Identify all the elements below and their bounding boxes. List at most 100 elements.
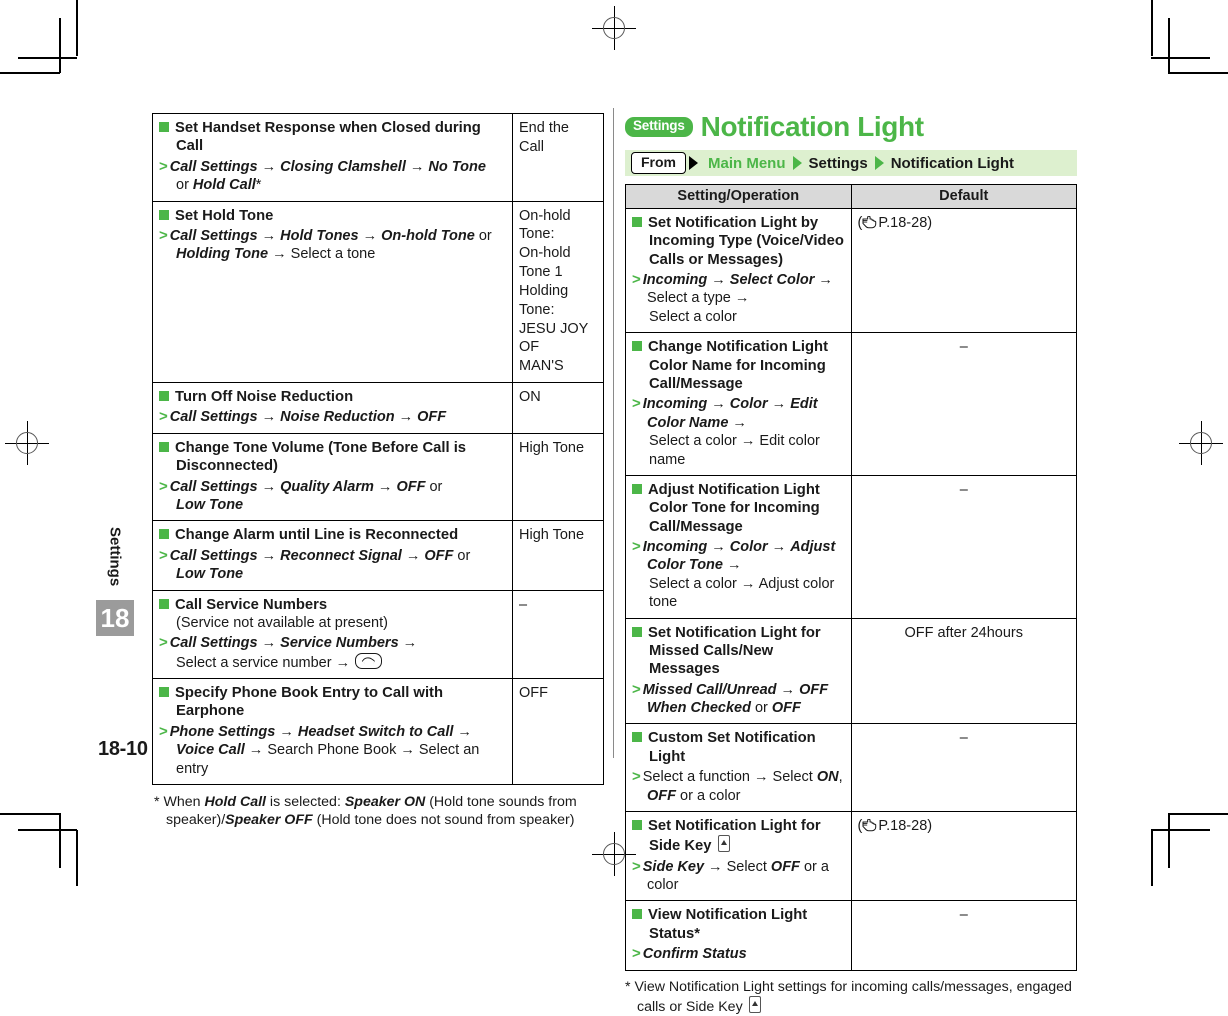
crop-mark-top-right-v2 (1168, 18, 1170, 73)
cell-setting-operation: Set Notification Light by Incoming Type … (626, 209, 852, 333)
table-header-row: Setting/Operation Default (626, 185, 1077, 209)
cell-setting-operation: Turn Off Noise Reduction>Call Settings →… (153, 383, 513, 434)
step-arrow-icon: > (159, 723, 168, 740)
triangle-green-icon (875, 156, 884, 170)
operation-step: Holding Tone → Select a tone (159, 245, 506, 263)
notification-light-table-body: Set Notification Light by Incoming Type … (626, 209, 1077, 971)
call-settings-table-body: Set Handset Response when Closed during … (153, 114, 604, 785)
triangle-green-icon (793, 156, 802, 170)
bullet-square-icon (159, 529, 169, 539)
bullet-square-icon (632, 217, 642, 227)
cell-default: – (851, 333, 1077, 476)
step-arrow-icon: > (632, 271, 641, 288)
operation-step: >Missed Call/Unread → OFF When Checked o… (632, 680, 845, 718)
cell-setting-operation: Specify Phone Book Entry to Call with Ea… (153, 679, 513, 785)
operation-step: >Call Settings → Hold Tones → On-hold To… (159, 226, 506, 245)
cell-setting-operation: Set Hold Tone>Call Settings → Hold Tones… (153, 201, 513, 383)
operation-step: >Call Settings → Noise Reduction → OFF (159, 407, 506, 426)
page-reference[interactable]: P.18-28 (878, 215, 927, 231)
cell-setting-operation: Change Alarm until Line is Reconnected>C… (153, 521, 513, 590)
operation-step: >Select a function → Select ON, OFF or a… (632, 767, 845, 805)
step-arrow-icon: > (632, 945, 641, 962)
pointing-hand-icon (862, 216, 877, 229)
row-heading: Set Notification Light for Side Key (632, 817, 845, 856)
breadcrumb-item-notification-light[interactable]: Notification Light (891, 156, 1014, 171)
crop-mark-top-right-h2 (1151, 57, 1210, 59)
cell-default: – (851, 901, 1077, 970)
page-title: Notification Light (701, 113, 924, 141)
crop-mark-bottom-right-v2 (1168, 813, 1170, 868)
cell-default: (P.18-28) (851, 209, 1077, 333)
triangle-black-icon (689, 156, 698, 170)
cell-default: High Tone (513, 521, 604, 590)
row-heading: Specify Phone Book Entry to Call with Ea… (159, 684, 506, 721)
table-row: Set Notification Light by Incoming Type … (626, 209, 1077, 333)
row-heading: Turn Off Noise Reduction (159, 388, 506, 406)
cell-default: – (513, 590, 604, 679)
table-row: Turn Off Noise Reduction>Call Settings →… (153, 383, 604, 434)
step-arrow-icon: > (159, 158, 168, 175)
breadcrumb-item-main-menu[interactable]: Main Menu (708, 156, 786, 171)
table-row: Set Notification Light for Missed Calls/… (626, 618, 1077, 724)
crop-mark-bottom-right-h2 (1151, 829, 1210, 831)
cell-setting-operation: Change Tone Volume (Tone Before Call is … (153, 433, 513, 521)
registration-mark-left (5, 421, 49, 465)
crop-mark-bottom-right-v (1151, 830, 1153, 886)
crop-mark-top-left-v2 (59, 18, 61, 73)
breadcrumb-item-settings[interactable]: Settings (809, 156, 868, 171)
table-row: View Notification Light Status*>Confirm … (626, 901, 1077, 970)
registration-mark-right (1179, 421, 1223, 465)
cell-setting-operation: Custom Set Notification Light>Select a f… (626, 724, 852, 812)
bullet-square-icon (632, 341, 642, 351)
bullet-square-icon (632, 820, 642, 830)
operation-step: >Incoming → Select Color → Select a type… (632, 270, 845, 308)
operation-step: >Call Settings → Quality Alarm → OFF or (159, 477, 506, 496)
column-header-default: Default (851, 185, 1077, 209)
section-badge: Settings (625, 117, 693, 137)
crop-mark-bottom-left-h2 (18, 829, 77, 831)
cell-setting-operation: Call Service Numbers(Service not availab… (153, 590, 513, 679)
step-arrow-icon: > (159, 547, 168, 564)
step-arrow-icon: > (632, 768, 641, 785)
cell-setting-operation: Change Notification Light Color Name for… (626, 333, 852, 476)
operation-step: >Phone Settings → Headset Switch to Call… (159, 722, 506, 741)
breadcrumb-from-label: From (631, 152, 686, 174)
table-row: Call Service Numbers(Service not availab… (153, 590, 604, 679)
page-reference[interactable]: P.18-28 (878, 818, 927, 834)
side-key-icon (718, 835, 730, 852)
operation-step: Select a service number → (159, 653, 506, 672)
bullet-square-icon (632, 732, 642, 742)
section-title: Settings Notification Light (625, 113, 1077, 141)
footnote-marker: * (154, 794, 163, 810)
row-heading: Change Notification Light Color Name for… (632, 338, 845, 393)
operation-step: >Call Settings → Reconnect Signal → OFF … (159, 546, 506, 565)
call-settings-table: Set Handset Response when Closed during … (152, 113, 604, 785)
page-number: 18-10 (98, 738, 148, 761)
crop-mark-top-left-h (0, 72, 60, 74)
row-heading: Custom Set Notification Light (632, 729, 845, 766)
cell-default: – (851, 475, 1077, 618)
cell-default: (P.18-28) (851, 811, 1077, 901)
cell-setting-operation: Set Handset Response when Closed during … (153, 114, 513, 202)
table-row: Custom Set Notification Light>Select a f… (626, 724, 1077, 812)
cell-setting-operation: Set Notification Light for Missed Calls/… (626, 618, 852, 724)
bullet-square-icon (159, 210, 169, 220)
step-arrow-icon: > (159, 227, 168, 244)
left-footnote: * When Hold Call is selected: Speaker ON… (152, 793, 604, 830)
row-heading: View Notification Light Status* (632, 906, 845, 943)
step-arrow-icon: > (159, 634, 168, 651)
cell-setting-operation: Adjust Notification Light Color Tone for… (626, 475, 852, 618)
table-row: Specify Phone Book Entry to Call with Ea… (153, 679, 604, 785)
breadcrumb: From Main Menu Settings Notification Lig… (625, 150, 1077, 176)
cell-default: OFF (513, 679, 604, 785)
step-arrow-icon: > (632, 681, 641, 698)
cell-setting-operation: Set Notification Light for Side Key >Sid… (626, 811, 852, 901)
step-arrow-icon: > (632, 858, 641, 875)
cell-setting-operation: View Notification Light Status*>Confirm … (626, 901, 852, 970)
bullet-square-icon (632, 909, 642, 919)
call-key-icon (355, 653, 382, 669)
operation-step: >Call Settings → Closing Clamshell → No … (159, 157, 506, 176)
crop-mark-bottom-left-v (76, 830, 78, 886)
bullet-square-icon (159, 599, 169, 609)
table-row: Adjust Notification Light Color Tone for… (626, 475, 1077, 618)
